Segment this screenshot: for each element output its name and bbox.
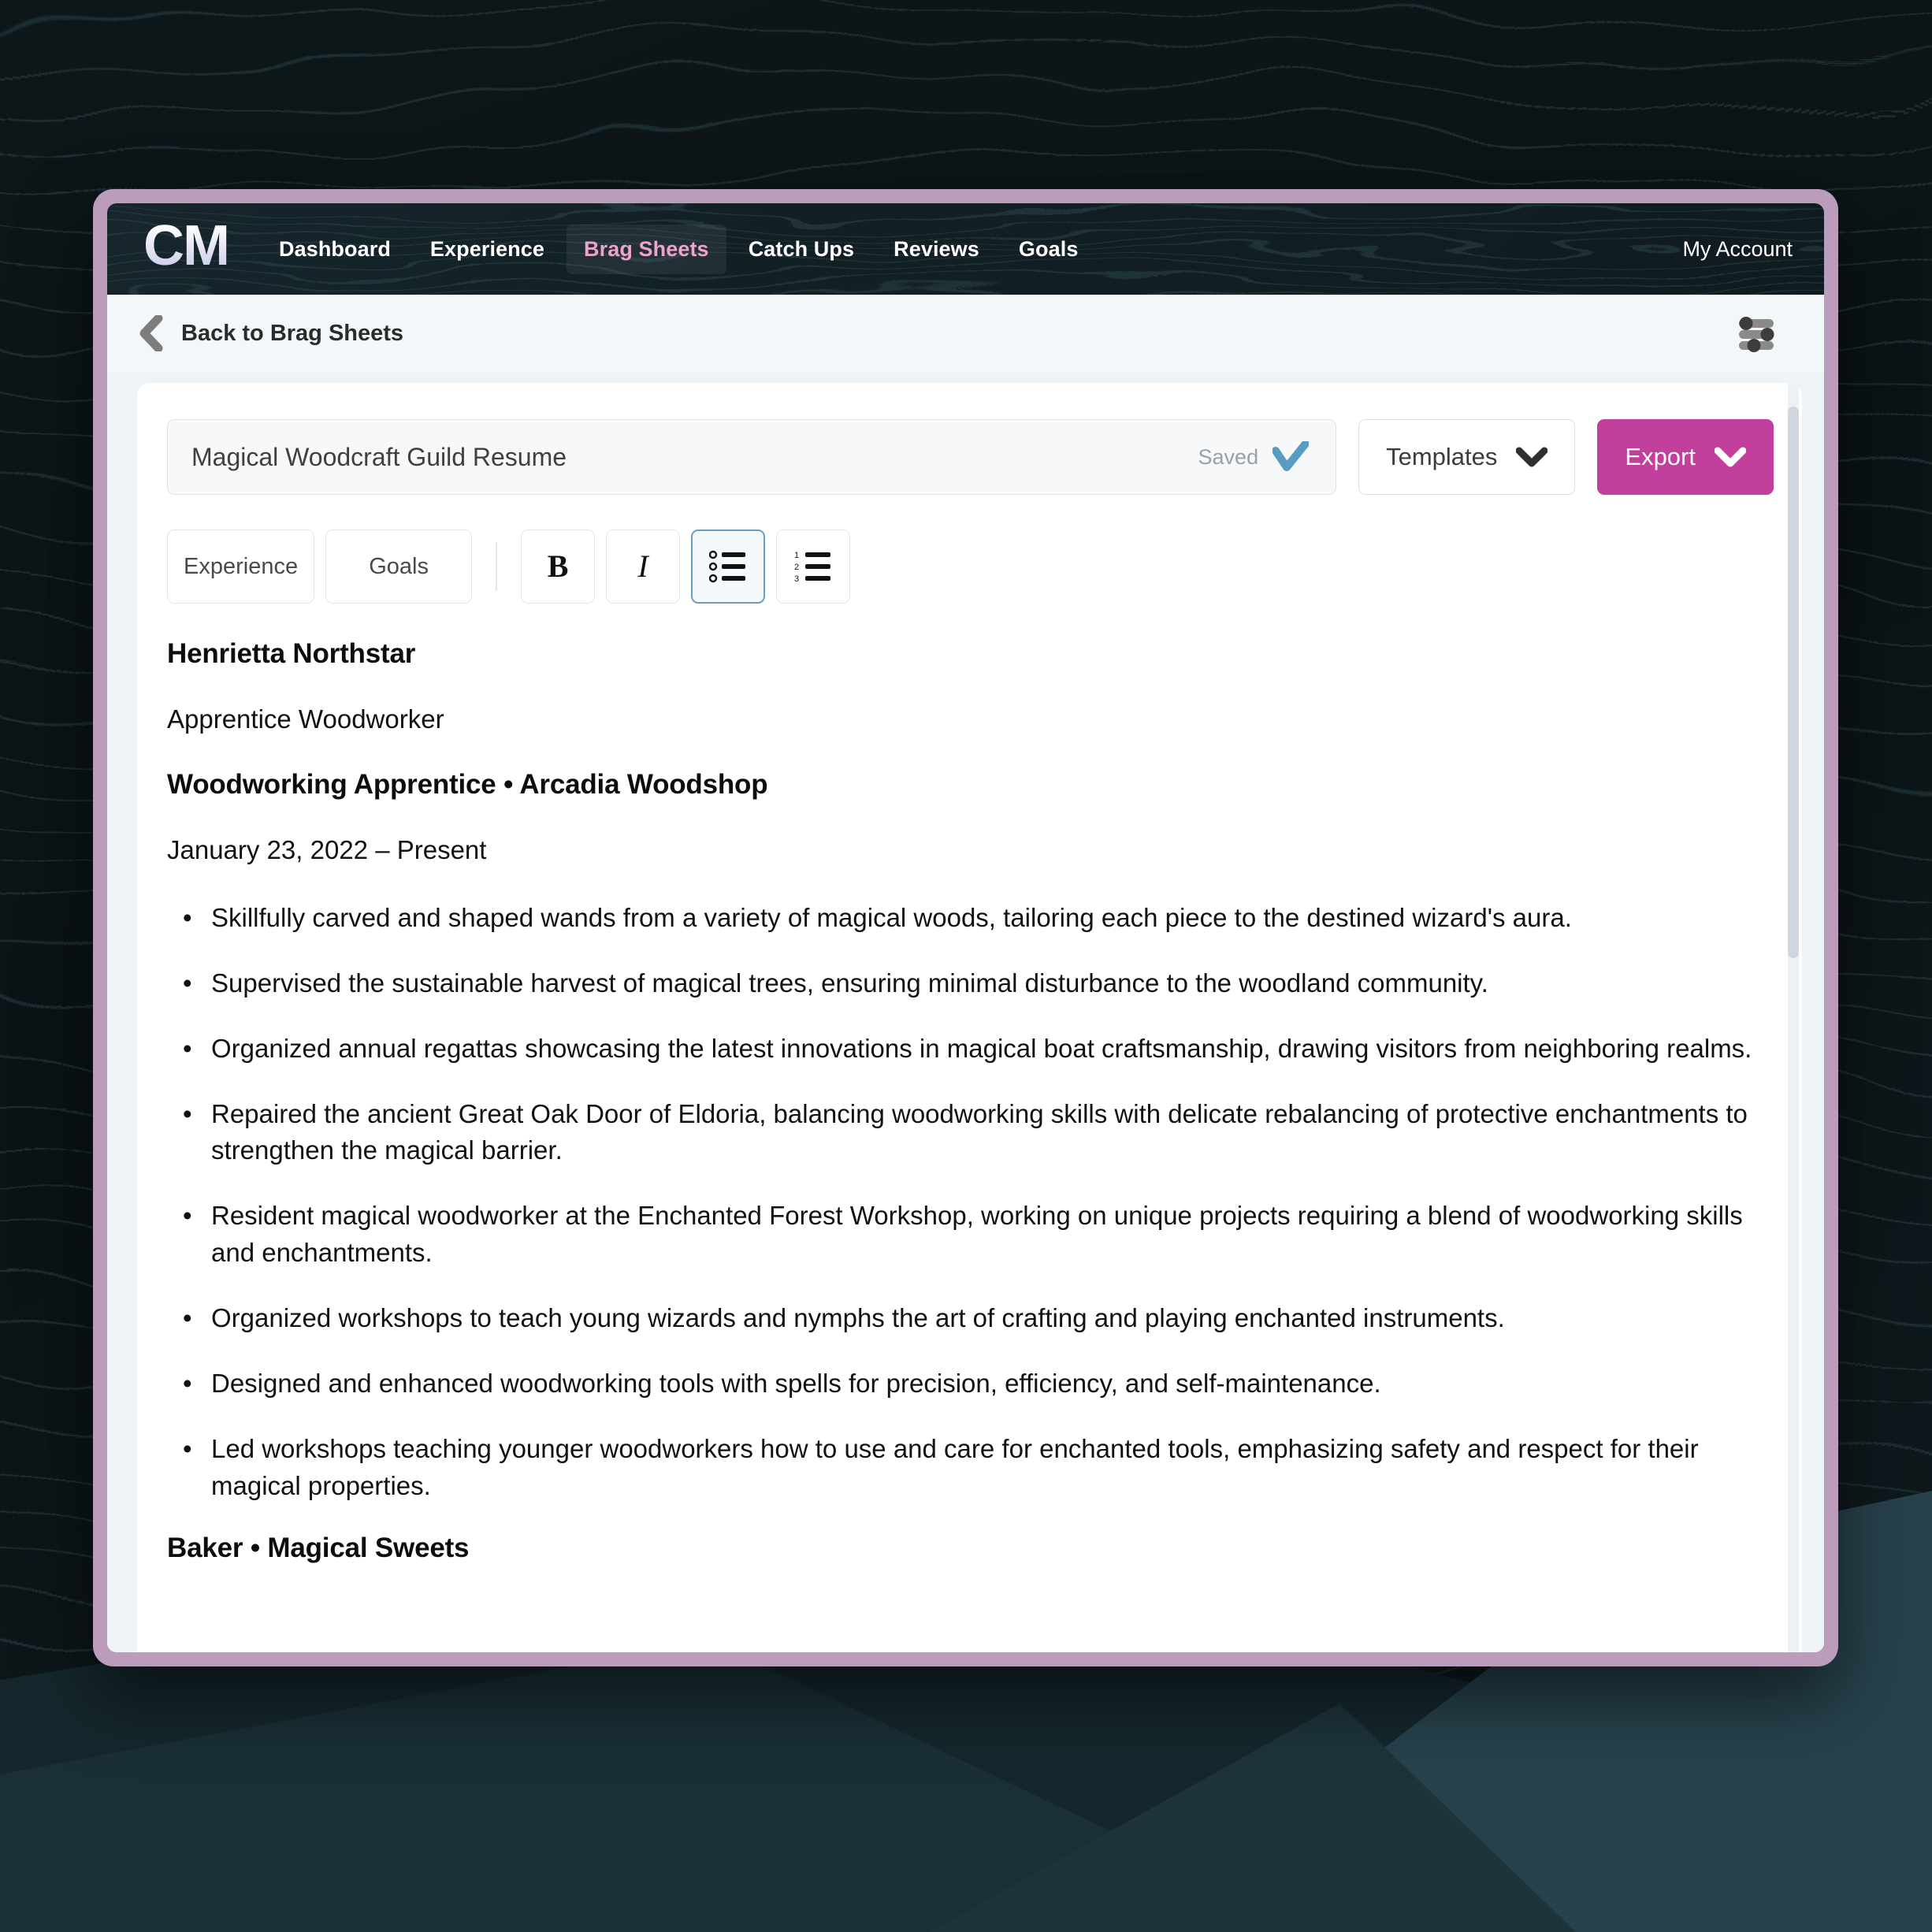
toolbar-divider: [496, 542, 498, 591]
checkmark-icon: [1273, 441, 1310, 471]
nav-item-reviews[interactable]: Reviews: [876, 225, 997, 274]
list-item: Skillfully carved and shaped wands from …: [167, 900, 1774, 937]
list-item: Supervised the sustainable harvest of ma…: [167, 965, 1774, 1002]
title-row: Magical Woodcraft Guild Resume Saved Tem…: [167, 419, 1774, 495]
list-item: Organized annual regattas showcasing the…: [167, 1031, 1774, 1068]
save-status: Saved: [1198, 441, 1310, 473]
app-window: CM Dashboard Experience Brag Sheets Catc…: [93, 189, 1838, 1666]
editor-toolbar: Experience Goals B I 1 2 3: [167, 529, 1774, 604]
list-item: Repaired the ancient Great Oak Door of E…: [167, 1096, 1774, 1170]
back-to-brag-sheets-button[interactable]: Back to Brag Sheets: [137, 315, 403, 351]
numbered-list-button[interactable]: 1 2 3: [776, 529, 851, 604]
editor-card: Magical Woodcraft Guild Resume Saved Tem…: [137, 383, 1802, 1652]
bulleted-list-button[interactable]: [691, 529, 766, 604]
italic-button[interactable]: I: [606, 529, 681, 604]
templates-label: Templates: [1386, 443, 1498, 470]
nav-item-goals[interactable]: Goals: [1001, 225, 1096, 274]
list-item: Resident magical woodworker at the Encha…: [167, 1198, 1774, 1272]
my-account-link[interactable]: My Account: [1682, 237, 1797, 262]
sliders-icon: [1739, 317, 1774, 352]
svg-text:1: 1: [794, 551, 799, 560]
chevron-down-icon: [1715, 447, 1746, 467]
app-logo[interactable]: CM: [128, 217, 241, 281]
bold-glyph: B: [547, 548, 569, 584]
nav-content: CM Dashboard Experience Brag Sheets Catc…: [128, 217, 1797, 281]
achievement-bullet-list: Skillfully carved and shaped wands from …: [167, 900, 1774, 1504]
export-dropdown-button[interactable]: Export: [1597, 419, 1774, 495]
brag-sheet-document[interactable]: Henrietta Northstar Apprentice Woodworke…: [167, 638, 1774, 1564]
job-heading: Woodworking Apprentice • Arcadia Woodsho…: [167, 769, 768, 800]
svg-text:2: 2: [794, 563, 799, 572]
bullet-list-icon: [709, 550, 746, 583]
top-navigation-bar: CM Dashboard Experience Brag Sheets Catc…: [107, 203, 1824, 295]
svg-text:3: 3: [794, 574, 799, 583]
list-item: Led workshops teaching younger woodworke…: [167, 1431, 1774, 1505]
nav-item-experience[interactable]: Experience: [413, 225, 562, 274]
back-link-label: Back to Brag Sheets: [181, 320, 404, 346]
nav-item-brag-sheets[interactable]: Brag Sheets: [567, 224, 726, 274]
brag-sheet-title-input[interactable]: Magical Woodcraft Guild Resume Saved: [167, 419, 1337, 495]
brag-sheet-title-value: Magical Woodcraft Guild Resume: [191, 442, 567, 471]
templates-dropdown-button[interactable]: Templates: [1358, 419, 1576, 495]
nav-item-catch-ups[interactable]: Catch Ups: [731, 225, 871, 274]
bold-button[interactable]: B: [521, 529, 596, 604]
saved-label: Saved: [1198, 444, 1259, 469]
chevron-down-icon: [1516, 447, 1548, 467]
nav-item-dashboard[interactable]: Dashboard: [262, 225, 408, 274]
job-dates: January 23, 2022 – Present: [167, 835, 487, 864]
list-item: Organized workshops to teach young wizar…: [167, 1300, 1774, 1337]
main-content-area: Magical Woodcraft Guild Resume Saved Tem…: [107, 372, 1824, 1652]
person-name: Henrietta Northstar: [167, 638, 416, 669]
next-job-heading: Baker • Magical Sweets: [167, 1533, 470, 1564]
italic-glyph: I: [637, 548, 648, 584]
app-window-inner: CM Dashboard Experience Brag Sheets Catc…: [107, 203, 1824, 1652]
settings-sliders-button[interactable]: [1736, 314, 1780, 352]
person-role: Apprentice Woodworker: [167, 704, 444, 734]
content-scrollbar-thumb[interactable]: [1788, 407, 1799, 958]
toolbar-tab-experience[interactable]: Experience: [167, 529, 315, 604]
list-item: Designed and enhanced woodworking tools …: [167, 1365, 1774, 1403]
nav-items: Dashboard Experience Brag Sheets Catch U…: [262, 224, 1096, 274]
toolbar-tab-goals[interactable]: Goals: [325, 529, 473, 604]
numbered-list-icon: 1 2 3: [794, 551, 831, 583]
sub-header: Back to Brag Sheets: [107, 295, 1824, 372]
chevron-left-icon: [139, 315, 163, 351]
export-label: Export: [1625, 443, 1696, 470]
